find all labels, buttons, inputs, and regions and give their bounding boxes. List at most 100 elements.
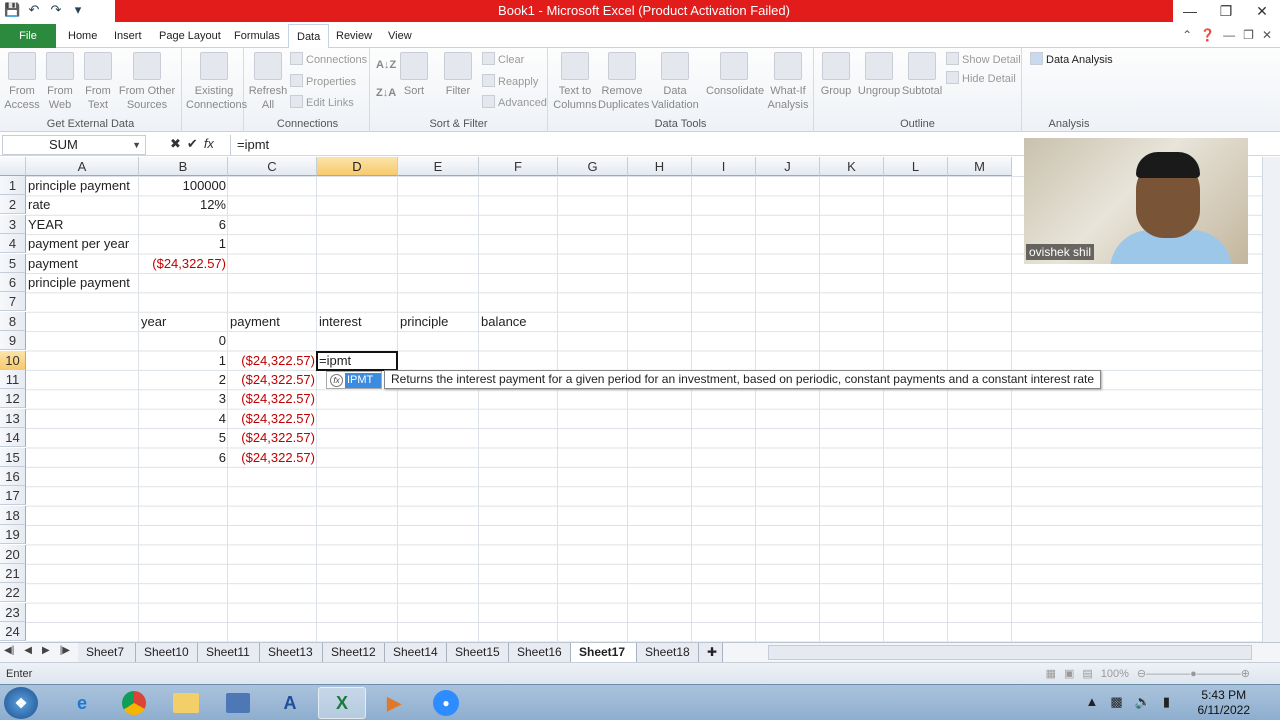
subtotal-button[interactable]: Subtotal xyxy=(900,52,944,98)
sheet-tab-sheet16[interactable]: Sheet16 xyxy=(509,643,571,662)
insert-function-icon[interactable]: fx xyxy=(204,136,214,152)
cell-b3[interactable]: 6 xyxy=(139,215,228,234)
cell-a6[interactable]: principle payment xyxy=(26,273,139,292)
cell-b12[interactable]: 3 xyxy=(139,389,228,408)
column-header-b[interactable]: B xyxy=(139,157,228,176)
cell-b5[interactable]: ($24,322.57) xyxy=(139,254,228,273)
start-button[interactable]: ❖ xyxy=(4,687,38,719)
volume-icon[interactable]: 🔊 xyxy=(1135,694,1151,710)
undo-icon[interactable]: ↶ xyxy=(26,2,42,18)
row-header-14[interactable]: 14 xyxy=(0,428,26,448)
taskbar-media-player[interactable]: ▶ xyxy=(370,687,418,719)
redo-icon[interactable]: ↷ xyxy=(48,2,64,18)
row-header-16[interactable]: 16 xyxy=(0,467,26,486)
column-header-f[interactable]: F xyxy=(479,157,558,176)
tab-insert[interactable]: Insert xyxy=(106,24,150,48)
refresh-all-button[interactable]: Refresh All xyxy=(246,52,290,112)
first-sheet-icon[interactable]: ◀| xyxy=(4,645,14,656)
column-header-d[interactable]: D xyxy=(317,157,398,176)
restore-icon[interactable]: ❐ xyxy=(1208,0,1244,22)
horizontal-scrollbar[interactable] xyxy=(768,645,1252,660)
sheet-tab-sheet12[interactable]: Sheet12 xyxy=(323,643,385,662)
tab-home[interactable]: Home xyxy=(60,24,105,48)
last-sheet-icon[interactable]: |▶ xyxy=(60,645,70,656)
connections-button[interactable]: Connections xyxy=(290,51,367,69)
advanced-button[interactable]: Advanced xyxy=(482,94,547,112)
row-header-18[interactable]: 18 xyxy=(0,505,26,525)
taskbar-publisher[interactable]: A xyxy=(266,687,314,719)
row-header-3[interactable]: 3 xyxy=(0,214,26,234)
autocomplete-list[interactable]: fx IPMT xyxy=(326,371,382,389)
filter-button[interactable]: Filter xyxy=(436,52,480,98)
window-restore-icon[interactable]: ❐ xyxy=(1243,28,1254,42)
chevron-down-icon[interactable]: ▼ xyxy=(132,136,141,154)
row-header-21[interactable]: 21 xyxy=(0,564,26,583)
row-header-17[interactable]: 17 xyxy=(0,486,26,506)
collapse-ribbon-icon[interactable]: ⌃ xyxy=(1182,28,1192,42)
row-header-7[interactable]: 7 xyxy=(0,292,26,312)
show-detail-button[interactable]: Show Detail xyxy=(946,51,1021,69)
insert-sheet-icon[interactable]: ✚ xyxy=(699,643,723,662)
column-header-j[interactable]: J xyxy=(756,157,820,176)
row-header-5[interactable]: 5 xyxy=(0,253,26,273)
cell-b8[interactable]: year xyxy=(139,312,228,331)
tray-expand-icon[interactable]: ▲ xyxy=(1085,694,1098,710)
taskbar-ie[interactable]: e xyxy=(58,687,106,719)
column-header-i[interactable]: I xyxy=(692,157,756,176)
row-header-12[interactable]: 12 xyxy=(0,389,26,409)
column-header-a[interactable]: A xyxy=(26,157,139,176)
taskbar-chrome[interactable] xyxy=(110,687,158,719)
cell-b4[interactable]: 1 xyxy=(139,234,228,253)
next-sheet-icon[interactable]: ▶ xyxy=(42,645,50,656)
properties-button[interactable]: Properties xyxy=(290,73,356,91)
row-header-9[interactable]: 9 xyxy=(0,331,26,351)
taskbar-app[interactable] xyxy=(214,687,262,719)
column-header-h[interactable]: H xyxy=(628,157,692,176)
cell-b15[interactable]: 6 xyxy=(139,448,228,467)
tab-page-layout[interactable]: Page Layout xyxy=(151,24,229,48)
text-to-columns-button[interactable]: Text to Columns xyxy=(552,52,598,112)
cell-e8[interactable]: principle xyxy=(398,312,479,331)
tab-file[interactable]: File xyxy=(0,24,56,48)
sheet-tab-sheet18[interactable]: Sheet18 xyxy=(637,643,699,662)
cell-c15[interactable]: ($24,322.57) xyxy=(228,448,317,467)
column-header-l[interactable]: L xyxy=(884,157,948,176)
normal-view-icon[interactable]: ▦ xyxy=(1046,663,1056,685)
data-analysis-button[interactable]: Data Analysis xyxy=(1030,51,1113,69)
clear-button[interactable]: Clear xyxy=(482,51,524,69)
consolidate-button[interactable]: Consolidate xyxy=(706,52,764,98)
select-all-corner[interactable] xyxy=(0,157,26,176)
name-box[interactable]: SUM ▼ xyxy=(2,135,146,155)
taskbar-explorer[interactable] xyxy=(162,687,210,719)
sheet-tab-sheet14[interactable]: Sheet14 xyxy=(385,643,447,662)
cell-b1[interactable]: 100000 xyxy=(139,176,228,195)
sheet-tab-sheet17[interactable]: Sheet17 xyxy=(571,643,637,662)
save-icon[interactable]: 💾 xyxy=(4,2,20,18)
edit-links-button[interactable]: Edit Links xyxy=(290,94,354,112)
sheet-tab-sheet13[interactable]: Sheet13 xyxy=(260,643,323,662)
tab-formulas[interactable]: Formulas xyxy=(226,24,288,48)
cell-b9[interactable]: 0 xyxy=(139,331,228,350)
zoom-slider[interactable]: ⊖————●————⊕ xyxy=(1137,663,1250,685)
prev-sheet-icon[interactable]: ◀ xyxy=(24,645,32,656)
sort-button[interactable]: Sort xyxy=(392,52,436,98)
row-header-4[interactable]: 4 xyxy=(0,234,26,254)
sheet-tab-sheet15[interactable]: Sheet15 xyxy=(447,643,509,662)
cell-a3[interactable]: YEAR xyxy=(26,215,139,234)
row-header-11[interactable]: 11 xyxy=(0,370,26,389)
row-header-6[interactable]: 6 xyxy=(0,273,26,292)
data-validation-button[interactable]: Data Validation xyxy=(648,52,702,112)
row-header-2[interactable]: 2 xyxy=(0,195,26,215)
from-other-sources-button[interactable]: From Other Sources xyxy=(118,52,176,112)
reapply-button[interactable]: Reapply xyxy=(482,73,538,91)
active-cell-d10[interactable]: =ipmt xyxy=(316,350,398,371)
autocomplete-item-ipmt[interactable]: IPMT xyxy=(345,373,381,388)
cell-b11[interactable]: 2 xyxy=(139,370,228,389)
row-header-8[interactable]: 8 xyxy=(0,311,26,331)
remove-duplicates-button[interactable]: Remove Duplicates xyxy=(598,52,649,112)
cell-a4[interactable]: payment per year xyxy=(26,234,139,253)
column-header-e[interactable]: E xyxy=(398,157,479,176)
enter-icon[interactable]: ✔ xyxy=(187,136,198,152)
cell-b10[interactable]: 1 xyxy=(139,351,228,370)
vertical-scrollbar[interactable] xyxy=(1262,157,1280,642)
